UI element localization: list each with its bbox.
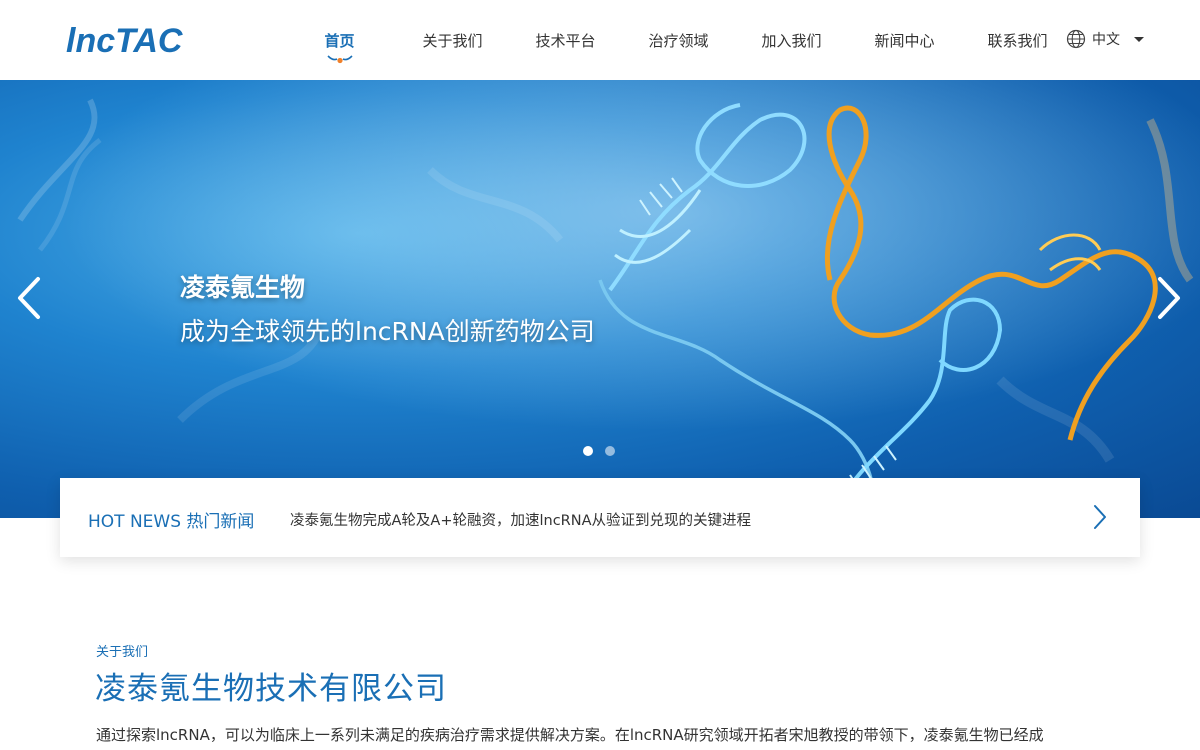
- logo-text: lncTAC: [66, 22, 183, 60]
- main-nav: 首页 关于我们 技术平台 治疗领域 加入我们 新闻中心 联系我们: [283, 0, 1074, 80]
- carousel-dot-2[interactable]: [605, 446, 615, 456]
- hot-news-label: HOT NEWS 热门新闻: [88, 512, 255, 532]
- nav-item-technology[interactable]: 技术平台: [509, 30, 622, 51]
- nav-item-label: 加入我们: [761, 31, 822, 50]
- nav-item-label: 关于我们: [422, 31, 483, 50]
- nav-item-therapy[interactable]: 治疗领域: [622, 30, 735, 51]
- about-body-text: 通过探索lncRNA，可以为临床上一系列未满足的疾病治疗需求提供解决方案。在ln…: [96, 726, 1044, 744]
- active-indicator-icon: [326, 54, 353, 63]
- hot-news-headline[interactable]: 凌泰氪生物完成A轮及A+轮融资，加速lncRNA从验证到兑现的关键进程: [290, 509, 751, 530]
- nav-item-label: 首页: [324, 31, 355, 50]
- language-label: 中文: [1092, 32, 1120, 48]
- chevron-down-icon: [1134, 36, 1144, 42]
- carousel-dot-1[interactable]: [583, 446, 593, 456]
- carousel-pagination: [583, 446, 615, 456]
- banner-title: 凌泰氪生物: [180, 273, 306, 302]
- hero-banner: 凌泰氪生物 成为全球领先的lncRNA创新药物公司: [0, 80, 1200, 518]
- nav-item-contact[interactable]: 联系我们: [961, 30, 1074, 51]
- nav-item-label: 技术平台: [535, 31, 596, 50]
- banner-subtitle: 成为全球领先的lncRNA创新药物公司: [180, 317, 595, 346]
- globe-icon: [1066, 29, 1086, 49]
- nav-item-home[interactable]: 首页: [283, 30, 396, 63]
- site-header: lncTAC 首页 关于我们 技术平台 治疗领域 加入我们 新闻中心 联系我们 …: [0, 0, 1200, 80]
- chevron-left-icon[interactable]: [12, 275, 46, 321]
- language-selector[interactable]: 中文: [1066, 29, 1144, 49]
- lnctac-logo[interactable]: lncTAC: [66, 20, 206, 60]
- about-kicker: 关于我们: [96, 645, 149, 660]
- chevron-right-icon[interactable]: [1090, 503, 1110, 531]
- hot-news-bar: HOT NEWS 热门新闻 凌泰氪生物完成A轮及A+轮融资，加速lncRNA从验…: [60, 478, 1140, 557]
- nav-item-label: 联系我们: [987, 31, 1048, 50]
- nav-item-news[interactable]: 新闻中心: [848, 30, 961, 51]
- nav-item-about[interactable]: 关于我们: [396, 30, 509, 51]
- nav-item-label: 治疗领域: [648, 31, 709, 50]
- about-title: 凌泰氪生物技术有限公司: [95, 671, 447, 707]
- nav-item-label: 新闻中心: [874, 31, 935, 50]
- chevron-right-icon[interactable]: [1152, 275, 1186, 321]
- nav-item-careers[interactable]: 加入我们: [735, 30, 848, 51]
